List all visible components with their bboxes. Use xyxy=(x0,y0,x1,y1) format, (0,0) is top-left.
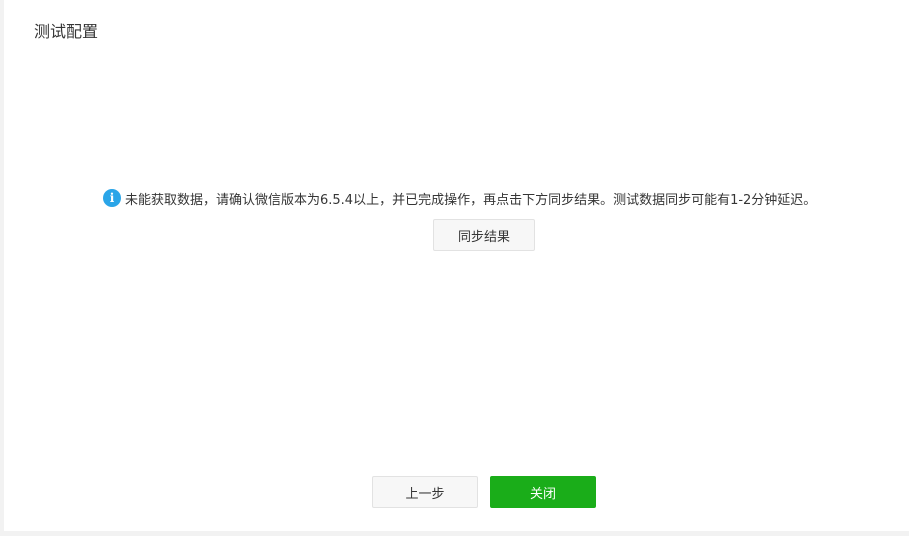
previous-step-button[interactable]: 上一步 xyxy=(372,476,478,508)
sync-notice: i 未能获取数据，请确认微信版本为6.5.4以上，并已完成操作，再点击下方同步结… xyxy=(103,188,816,208)
dialog-title: 测试配置 xyxy=(34,22,99,41)
close-button[interactable]: 关闭 xyxy=(490,476,596,508)
notice-text: 未能获取数据，请确认微信版本为6.5.4以上，并已完成操作，再点击下方同步结果。… xyxy=(125,192,817,208)
info-icon: i xyxy=(103,189,121,207)
test-config-dialog: 测试配置 i 未能获取数据，请确认微信版本为6.5.4以上，并已完成操作，再点击… xyxy=(4,0,909,531)
sync-result-button[interactable]: 同步结果 xyxy=(433,219,535,251)
